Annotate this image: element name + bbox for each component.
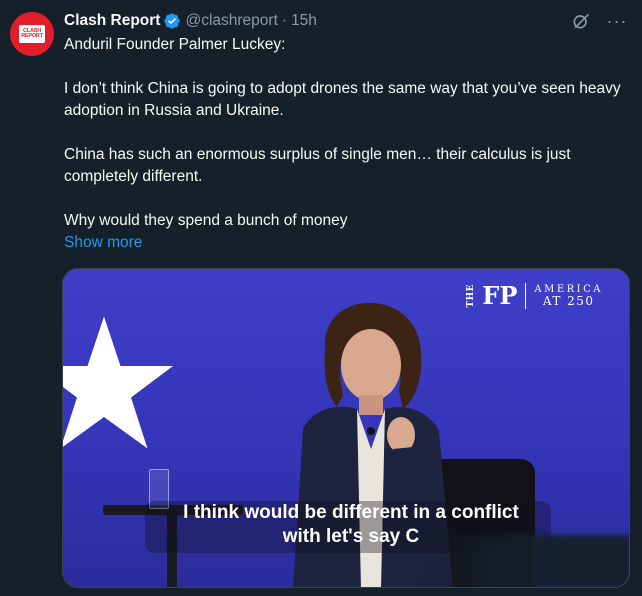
avatar[interactable]: CLASH REPORT xyxy=(10,12,54,56)
author-handle[interactable]: @clashreport xyxy=(185,12,277,30)
separator-dot: · xyxy=(281,12,288,29)
logo-america-at-250: AMERICA AT 250 xyxy=(534,284,603,308)
caption-line-1: I think would be different in a conflict xyxy=(183,502,519,523)
the-fp-logo: THE FP AMERICA AT 250 xyxy=(466,283,603,309)
tweet-text: Anduril Founder Palmer Luckey: I don’t t… xyxy=(64,34,624,254)
logo-at250-text: AT 250 xyxy=(542,293,595,308)
tweet[interactable]: CLASH REPORT Clash Report @clashreport ·… xyxy=(0,0,642,596)
avatar-logo-line2: REPORT xyxy=(21,33,43,39)
grok-icon[interactable] xyxy=(570,10,592,32)
author-name[interactable]: Clash Report xyxy=(64,12,160,30)
video-media[interactable]: THE FP AMERICA AT 250 I think would be d… xyxy=(62,268,630,588)
tweet-content: Clash Report @clashreport · 15h ··· Andu… xyxy=(62,10,632,596)
tweet-paragraph-4: Why would they spend a bunch of money xyxy=(64,212,348,229)
logo-divider xyxy=(525,283,527,309)
timestamp[interactable]: 15h xyxy=(291,12,317,30)
tweet-paragraph-3: China has such an enormous surplus of si… xyxy=(64,146,571,185)
header-actions: ··· xyxy=(570,10,628,32)
logo-fp-text: FP xyxy=(482,281,518,310)
tweet-header: Clash Report @clashreport · 15h ··· xyxy=(64,10,632,32)
show-more-link[interactable]: Show more xyxy=(64,232,142,254)
more-icon[interactable]: ··· xyxy=(606,10,628,32)
tweet-paragraph-1: Anduril Founder Palmer Luckey: xyxy=(64,36,286,53)
avatar-column: CLASH REPORT xyxy=(10,10,62,596)
blurred-overlay xyxy=(423,535,629,587)
avatar-logo: CLASH REPORT xyxy=(19,25,45,43)
star-icon xyxy=(63,316,173,449)
tweet-paragraph-2: I don’t think China is going to adopt dr… xyxy=(64,80,621,119)
verified-badge-icon xyxy=(163,12,181,30)
